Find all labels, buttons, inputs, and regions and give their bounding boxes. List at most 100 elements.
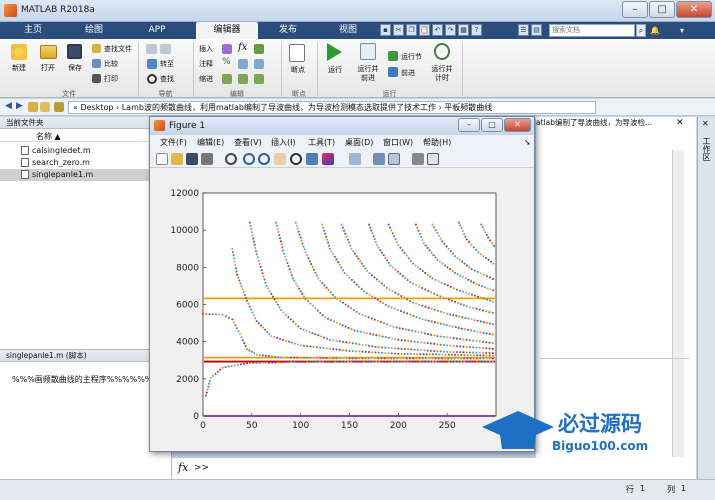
- menu-edit[interactable]: 编辑(E): [197, 137, 224, 149]
- fx-insert-function-button[interactable]: fx: [238, 42, 247, 53]
- current-folder-path[interactable]: « Desktop › Lamb波的频散曲线，利用matlab编制了导波曲线，为…: [68, 101, 596, 114]
- breakpoints-button[interactable]: 断点: [284, 66, 312, 75]
- data-cursor-icon[interactable]: [306, 153, 318, 165]
- browse-folder-icon[interactable]: [28, 102, 38, 112]
- open-file-icon[interactable]: [171, 153, 183, 165]
- quick-access-save-icon[interactable]: ▪: [380, 24, 391, 36]
- fx-icon[interactable]: fx: [178, 461, 188, 474]
- list-item[interactable]: calsingledet.m: [0, 145, 171, 157]
- open-button[interactable]: 打开: [34, 64, 62, 73]
- decrease-indent-icon[interactable]: [254, 74, 264, 84]
- insert-button[interactable]: 插入: [199, 44, 213, 54]
- zoom-out-icon[interactable]: [258, 153, 270, 165]
- run-and-time-button[interactable]: 运行并 计时: [427, 65, 457, 83]
- mode-point: [344, 303, 347, 306]
- menu-window[interactable]: 窗口(W): [383, 137, 413, 149]
- tab-home[interactable]: 主页: [14, 22, 52, 39]
- insert-section-icon[interactable]: [222, 44, 232, 54]
- undo-icon[interactable]: ↶: [432, 24, 443, 36]
- mode-point: [417, 331, 420, 334]
- tab-publish[interactable]: 发布: [268, 22, 308, 39]
- compare-button[interactable]: 比较: [104, 59, 118, 69]
- tab-apps[interactable]: APP: [137, 22, 177, 39]
- list-item-selected[interactable]: singlepanle1.m: [0, 169, 171, 181]
- tab-editor[interactable]: 编辑器: [196, 22, 258, 39]
- search-icon[interactable]: ⌕: [636, 24, 646, 37]
- menu-help[interactable]: 帮助(H): [423, 137, 451, 149]
- redo-icon[interactable]: ↷: [445, 24, 456, 36]
- mode-point: [391, 266, 395, 269]
- folder-browse-icon[interactable]: [54, 102, 64, 112]
- menu-insert[interactable]: 插入(I): [271, 137, 296, 149]
- switch-windows-icon[interactable]: ▦: [458, 24, 469, 36]
- tab-view[interactable]: 视图: [328, 22, 368, 39]
- run-section-button[interactable]: 运行节: [401, 52, 422, 62]
- dock-arrow-icon[interactable]: ➘: [524, 137, 531, 149]
- menu-view[interactable]: 查看(V): [234, 137, 262, 149]
- run-button[interactable]: 运行: [320, 66, 350, 75]
- menu-desktop[interactable]: 桌面(D): [345, 137, 373, 149]
- wrap-comment-icon[interactable]: [238, 59, 248, 69]
- layout-icon[interactable]: ▤: [531, 24, 542, 36]
- help-icon[interactable]: ?: [471, 24, 482, 36]
- tab-plots[interactable]: 绘图: [72, 22, 116, 39]
- comment-button[interactable]: 注释: [199, 59, 213, 69]
- dispersion-plot[interactable]: 0 50 100 150 200 250 0 2000 4000 6000 8000 10000 120…: [150, 168, 534, 451]
- link-plot-icon[interactable]: [349, 153, 361, 165]
- menu-file[interactable]: 文件(F): [160, 137, 187, 149]
- user-menu-icon[interactable]: ▾: [680, 25, 698, 36]
- quick-access-cut-icon[interactable]: ✂: [393, 24, 404, 36]
- minimize-button[interactable]: –: [622, 1, 648, 18]
- back-arrow-icon[interactable]: ◀: [5, 101, 12, 111]
- save-figure-icon[interactable]: [186, 153, 198, 165]
- brush-icon[interactable]: [322, 153, 334, 165]
- uncomment-icon[interactable]: [254, 59, 264, 69]
- close-button[interactable]: ✕: [676, 1, 712, 18]
- select-arrow-icon[interactable]: [225, 153, 237, 165]
- advance-button[interactable]: 前进: [401, 68, 415, 78]
- figure-minimize-button[interactable]: –: [458, 118, 480, 132]
- zoom-in-icon[interactable]: [243, 153, 255, 165]
- save-button[interactable]: 保存: [61, 64, 89, 73]
- find-button[interactable]: 查找: [160, 74, 174, 84]
- legend-icon[interactable]: [388, 153, 400, 165]
- show-plot-tools-icon[interactable]: [427, 153, 439, 165]
- hide-plot-tools-icon[interactable]: [412, 153, 424, 165]
- panel-close-icon[interactable]: ✕: [702, 119, 709, 128]
- indent-button[interactable]: 缩进: [199, 74, 213, 84]
- mode-point: [341, 357, 345, 360]
- editor-tab-text[interactable]: atlab编制了导波曲线，为导波检...: [536, 117, 672, 129]
- print-figure-icon[interactable]: [201, 153, 213, 165]
- figure-close-button[interactable]: ✕: [504, 118, 531, 132]
- new-button[interactable]: 新建: [5, 64, 33, 73]
- workspace-tab[interactable]: 工作区: [701, 137, 712, 161]
- list-item[interactable]: search_zero.m: [0, 157, 171, 169]
- quick-access-paste-icon[interactable]: 📋: [419, 24, 430, 36]
- search-docs-input[interactable]: 搜索文档: [549, 24, 635, 37]
- pan-hand-icon[interactable]: [274, 153, 286, 165]
- forward-arrow-icon[interactable]: ▶: [16, 101, 23, 111]
- bell-icon[interactable]: 🔔: [650, 24, 662, 37]
- rotate-3d-icon[interactable]: [290, 153, 302, 165]
- editor-close-icon[interactable]: ✕: [676, 118, 684, 128]
- colorbar-icon[interactable]: [373, 153, 385, 165]
- command-line[interactable]: fx >>: [172, 458, 536, 479]
- goto-button[interactable]: 转至: [160, 59, 174, 69]
- smart-indent-icon[interactable]: [222, 74, 232, 84]
- find-files-button[interactable]: 查找文件: [104, 44, 132, 54]
- run-and-advance-button[interactable]: 运行并 前进: [352, 65, 384, 83]
- print-button[interactable]: 打印: [104, 74, 118, 84]
- back-nav-icon[interactable]: [146, 44, 157, 54]
- quick-access-copy-icon[interactable]: ❐: [406, 24, 417, 36]
- maximize-button[interactable]: □: [649, 1, 675, 18]
- forward-nav-icon[interactable]: [160, 44, 171, 54]
- new-figure-icon[interactable]: [156, 153, 168, 165]
- community-icon[interactable]: ☰: [518, 24, 529, 36]
- increase-indent-icon[interactable]: [238, 74, 248, 84]
- menu-tools[interactable]: 工具(T): [308, 137, 335, 149]
- figure-maximize-button[interactable]: □: [481, 118, 503, 132]
- up-folder-icon[interactable]: [40, 102, 50, 112]
- percent-comment-icon[interactable]: %: [222, 57, 231, 67]
- figure-window[interactable]: Figure 1 – □ ✕ 文件(F) 编辑(E) 查看(V) 插入(I) 工…: [149, 116, 535, 452]
- insert-cell-icon[interactable]: [254, 44, 264, 54]
